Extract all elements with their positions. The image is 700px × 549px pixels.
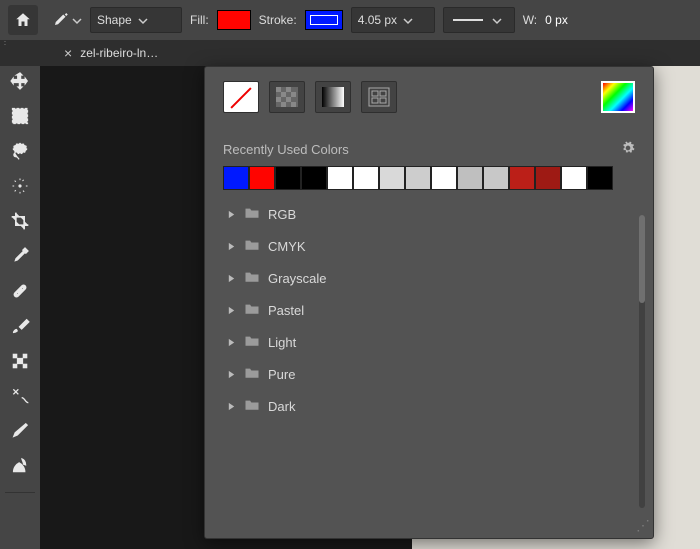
folder-icon <box>244 302 260 318</box>
chevron-down-icon <box>492 15 502 25</box>
chevron-right-icon <box>227 303 236 318</box>
pattern-mode[interactable] <box>361 81 397 113</box>
recent-swatch[interactable] <box>223 166 249 190</box>
panel-scrollbar[interactable] <box>639 215 645 508</box>
shape-mode-dropdown[interactable]: Shape <box>90 7 182 33</box>
recent-swatch[interactable] <box>483 166 509 190</box>
pen-icon <box>52 10 70 31</box>
swatch-folder[interactable]: CMYK <box>223 230 629 262</box>
recent-swatch[interactable] <box>405 166 431 190</box>
swatch-folder[interactable]: Light <box>223 326 629 358</box>
resize-grip-icon[interactable]: ⋰ <box>636 517 647 534</box>
chevron-right-icon <box>227 367 236 382</box>
move-tool[interactable] <box>9 70 31 92</box>
width-label: W: <box>523 13 537 27</box>
folder-label: Dark <box>268 399 295 414</box>
home-icon <box>14 11 32 29</box>
chevron-down-icon <box>72 15 82 25</box>
fill-swatch[interactable] <box>217 10 251 30</box>
folder-label: CMYK <box>268 239 306 254</box>
document-area: × zel-ribeiro-ln… Recently Used Colors R… <box>40 66 700 549</box>
home-button[interactable] <box>8 5 38 35</box>
swatch-folder[interactable]: Dark <box>223 390 629 422</box>
crop-tool[interactable] <box>9 210 31 232</box>
stroke-line-icon <box>450 11 486 29</box>
wand-tool[interactable] <box>9 175 31 197</box>
stroke-width-value: 4.05 px <box>358 13 397 27</box>
eyedropper-tool[interactable] <box>9 245 31 267</box>
folder-icon <box>244 270 260 286</box>
solid-color-mode[interactable] <box>269 81 305 113</box>
stroke-color-panel: Recently Used Colors RGB CMYK Grayscale Pas… <box>204 66 654 539</box>
tool-preset-dropdown[interactable] <box>52 10 82 31</box>
lasso-tool[interactable] <box>9 140 31 162</box>
folder-label: Pure <box>268 367 295 382</box>
chevron-right-icon <box>227 271 236 286</box>
tool-palette <box>0 66 40 549</box>
shape-mode-label: Shape <box>97 13 132 27</box>
chevron-right-icon <box>227 207 236 222</box>
chevron-down-icon <box>403 15 413 25</box>
recent-swatches-row <box>223 166 635 188</box>
recent-swatch[interactable] <box>249 166 275 190</box>
stroke-label: Stroke: <box>259 13 297 27</box>
recent-swatch[interactable] <box>379 166 405 190</box>
folder-label: RGB <box>268 207 296 222</box>
top-options-bar: Shape Fill: Stroke: 4.05 px W: 0 px <box>0 0 700 40</box>
fill-label: Fill: <box>190 13 209 27</box>
document-tab[interactable]: × zel-ribeiro-ln… <box>54 40 168 66</box>
folder-icon <box>244 334 260 350</box>
recent-swatch[interactable] <box>431 166 457 190</box>
folder-label: Grayscale <box>268 271 327 286</box>
recent-colors-heading: Recently Used Colors <box>223 142 349 157</box>
paint-tool[interactable] <box>9 420 31 442</box>
recent-swatch[interactable] <box>457 166 483 190</box>
chevron-down-icon <box>138 15 148 25</box>
brush-tool[interactable] <box>9 315 31 337</box>
recent-swatch[interactable] <box>301 166 327 190</box>
shape-tool[interactable] <box>9 385 31 407</box>
recent-swatch[interactable] <box>509 166 535 190</box>
folder-icon <box>244 366 260 382</box>
chevron-right-icon <box>227 239 236 254</box>
panel-gear-menu[interactable] <box>621 141 635 158</box>
recent-swatch[interactable] <box>353 166 379 190</box>
stroke-swatch[interactable] <box>305 10 343 30</box>
width-value: 0 px <box>545 13 568 27</box>
recent-swatch[interactable] <box>561 166 587 190</box>
close-tab-icon[interactable]: × <box>64 45 72 61</box>
recent-swatch[interactable] <box>535 166 561 190</box>
folder-icon <box>244 398 260 414</box>
no-color-mode[interactable] <box>223 81 259 113</box>
folder-icon <box>244 206 260 222</box>
folder-label: Pastel <box>268 303 304 318</box>
stamp-tool[interactable] <box>9 350 31 372</box>
stroke-width-dropdown[interactable]: 4.05 px <box>351 7 435 33</box>
document-tab-label: zel-ribeiro-ln… <box>80 46 158 60</box>
chevron-right-icon <box>227 335 236 350</box>
tool-divider <box>5 492 35 493</box>
heal-tool[interactable] <box>9 280 31 302</box>
folder-icon <box>244 238 260 254</box>
swatch-folders: RGB CMYK Grayscale Pastel Light Pure Dark <box>223 198 635 524</box>
recent-swatch[interactable] <box>275 166 301 190</box>
swatch-folder[interactable]: Pure <box>223 358 629 390</box>
main-area: × zel-ribeiro-ln… Recently Used Colors R… <box>0 66 700 549</box>
recent-swatch[interactable] <box>587 166 613 190</box>
stroke-style-dropdown[interactable] <box>443 7 515 33</box>
recent-swatch[interactable] <box>327 166 353 190</box>
chevron-right-icon <box>227 399 236 414</box>
folder-label: Light <box>268 335 296 350</box>
color-picker-button[interactable] <box>601 81 635 113</box>
color-mode-row <box>223 81 635 113</box>
red-tool[interactable] <box>9 455 31 477</box>
marquee-tool[interactable] <box>9 105 31 127</box>
swatch-folder[interactable]: Pastel <box>223 294 629 326</box>
swatch-folder[interactable]: Grayscale <box>223 262 629 294</box>
gradient-mode[interactable] <box>315 81 351 113</box>
swatch-folder[interactable]: RGB <box>223 198 629 230</box>
